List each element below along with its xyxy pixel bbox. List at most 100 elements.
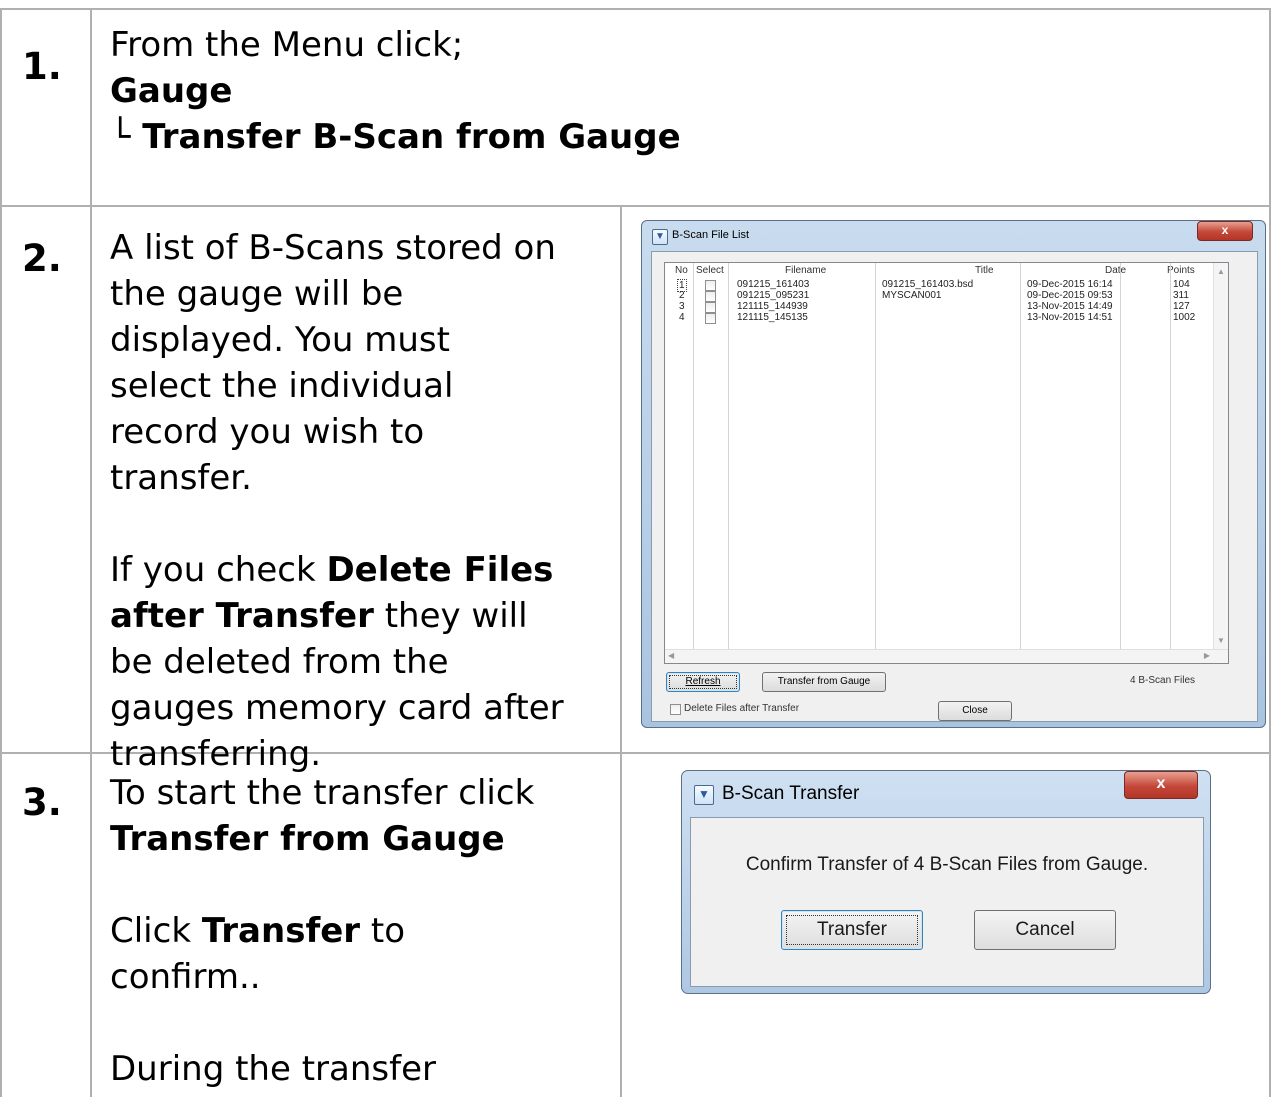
- scroll-left-icon[interactable]: ◀: [668, 651, 674, 660]
- select-checkbox[interactable]: [705, 313, 716, 324]
- row-filename: 121115_145135: [737, 312, 808, 323]
- cancel-label: Cancel: [1015, 919, 1075, 940]
- table-border-left: [0, 8, 2, 1097]
- list-header: No Select Filename Title Date Points: [665, 263, 1228, 278]
- step-2-line: gauges memory card after: [110, 688, 564, 728]
- column-separator: [1120, 263, 1121, 663]
- app-icon: ▼: [694, 785, 714, 805]
- step-3-line: During the transfer: [110, 1049, 436, 1089]
- vertical-scrollbar[interactable]: ▲ ▼: [1213, 263, 1228, 663]
- row-title: MYSCAN001: [882, 290, 942, 301]
- step-3-line: confirm..: [110, 957, 261, 997]
- row-filename: 091215_095231: [737, 290, 810, 301]
- text-run: to: [360, 911, 406, 951]
- menu-transfer-bscan: └ Transfer B-Scan from Gauge: [110, 117, 681, 157]
- row-date: 09-Dec-2015 09:53: [1027, 290, 1113, 301]
- close-label: Close: [962, 705, 988, 716]
- column-separator: [875, 263, 876, 663]
- bscan-transfer-dialog: ▼ B-Scan Transfer x Confirm Transfer of …: [681, 770, 1211, 994]
- step-3-line: To start the transfer click: [110, 773, 535, 813]
- row-points: 104: [1173, 279, 1190, 290]
- step-2-line: If you check Delete Files: [110, 547, 615, 593]
- row-date: 13-Nov-2015 14:51: [1027, 312, 1113, 323]
- column-divider-number: [90, 8, 92, 1097]
- step-number: 1.: [22, 45, 62, 88]
- step-2-line: select the individual: [110, 366, 454, 406]
- delete-files-label[interactable]: Delete Files after Transfer: [684, 703, 799, 714]
- column-separator: [728, 263, 729, 663]
- row-number: 4: [679, 312, 685, 323]
- step-2-line: record you wish to: [110, 412, 425, 452]
- column-header-points[interactable]: Points: [1167, 265, 1195, 276]
- table-row[interactable]: 3 121115_144939 13-Nov-2015 14:49 127: [665, 301, 1228, 313]
- row-title: 091215_161403.bsd: [882, 279, 974, 290]
- transfer-from-gauge-label: Transfer from Gauge: [777, 676, 871, 687]
- column-header-no[interactable]: No: [675, 265, 688, 276]
- horizontal-scrollbar[interactable]: ◀ ▶: [665, 649, 1228, 663]
- scroll-right-icon[interactable]: ▶: [1204, 651, 1210, 660]
- refresh-button[interactable]: Refresh: [666, 672, 740, 692]
- step-2-line: the gauge will be: [110, 274, 404, 314]
- step-2-text: A list of B-Scans stored on the gauge wi…: [110, 225, 615, 777]
- close-icon[interactable]: x: [1197, 221, 1253, 241]
- scroll-up-icon[interactable]: ▲: [1217, 267, 1225, 276]
- menu-gauge: Gauge: [110, 71, 233, 111]
- column-header-select[interactable]: Select: [696, 265, 724, 276]
- dialog-client: Confirm Transfer of 4 B-Scan Files from …: [690, 817, 1204, 987]
- text-run: they will: [373, 596, 528, 636]
- table-row[interactable]: 4 121115_145135 13-Nov-2015 14:51 1002: [665, 312, 1228, 324]
- step-2-line: displayed. You must: [110, 320, 450, 360]
- bold-text: Transfer: [201, 911, 361, 951]
- column-header-title[interactable]: Title: [975, 265, 994, 276]
- window-title: B-Scan File List: [672, 229, 750, 241]
- step-2-line: transfer.: [110, 458, 252, 498]
- row-number: 2: [679, 290, 685, 301]
- step-3-line: Transfer from Gauge: [110, 819, 505, 859]
- step-2-line: after Transfer they will: [110, 593, 615, 639]
- step-1-line: From the Menu click;: [110, 25, 464, 65]
- table-row[interactable]: 1 091215_161403 091215_161403.bsd 09-Dec…: [665, 279, 1228, 292]
- delete-files-checkbox[interactable]: [670, 704, 681, 715]
- row-filename: 091215_161403: [737, 279, 810, 290]
- close-icon[interactable]: x: [1124, 771, 1198, 799]
- text-run: Click: [110, 911, 202, 951]
- step-number: 2.: [22, 237, 62, 280]
- row-points: 311: [1173, 290, 1189, 301]
- cancel-button[interactable]: Cancel: [974, 910, 1116, 950]
- row-filename: 121115_144939: [737, 301, 808, 312]
- row-points: 1002: [1173, 312, 1196, 323]
- column-header-filename[interactable]: Filename: [785, 265, 826, 276]
- row-divider-1: [0, 205, 1271, 207]
- file-count: 4 B-Scan Files: [1130, 675, 1196, 686]
- file-list[interactable]: No Select Filename Title Date Points 1 0…: [664, 262, 1229, 664]
- step-3-line: Click Transfer to: [110, 908, 615, 954]
- step-2-line: A list of B-Scans stored on: [110, 228, 556, 268]
- step-number: 3.: [22, 781, 62, 824]
- transfer-label: Transfer: [816, 919, 888, 940]
- confirm-message: Confirm Transfer of 4 B-Scan Files from …: [745, 854, 1149, 875]
- step-2-line: be deleted from the: [110, 642, 449, 682]
- column-separator: [1020, 263, 1021, 663]
- window-client: No Select Filename Title Date Points 1 0…: [651, 251, 1258, 722]
- transfer-button[interactable]: Transfer: [781, 910, 923, 950]
- transfer-from-gauge-button[interactable]: Transfer from Gauge: [762, 672, 886, 692]
- app-icon: ▼: [652, 229, 668, 245]
- step-1-text: From the Menu click; Gauge └ Transfer B-…: [110, 22, 1250, 160]
- scroll-down-icon[interactable]: ▼: [1217, 636, 1225, 645]
- dialog-title: B-Scan Transfer: [722, 783, 860, 804]
- row-points: 127: [1173, 301, 1190, 312]
- row-date: 09-Dec-2015 16:14: [1027, 279, 1113, 290]
- close-button[interactable]: Close: [938, 701, 1012, 721]
- table-row[interactable]: 2 091215_095231 MYSCAN001 09-Dec-2015 09…: [665, 290, 1228, 302]
- column-divider-image: [620, 205, 622, 1097]
- step-3-text: To start the transfer click Transfer fro…: [110, 770, 615, 1092]
- refresh-label: Refresh: [685, 676, 721, 687]
- bold-text: after Transfer: [110, 596, 374, 636]
- column-separator: [1170, 263, 1171, 663]
- table-border-top: [0, 8, 1271, 10]
- column-separator: [693, 263, 694, 663]
- column-header-date[interactable]: Date: [1105, 265, 1126, 276]
